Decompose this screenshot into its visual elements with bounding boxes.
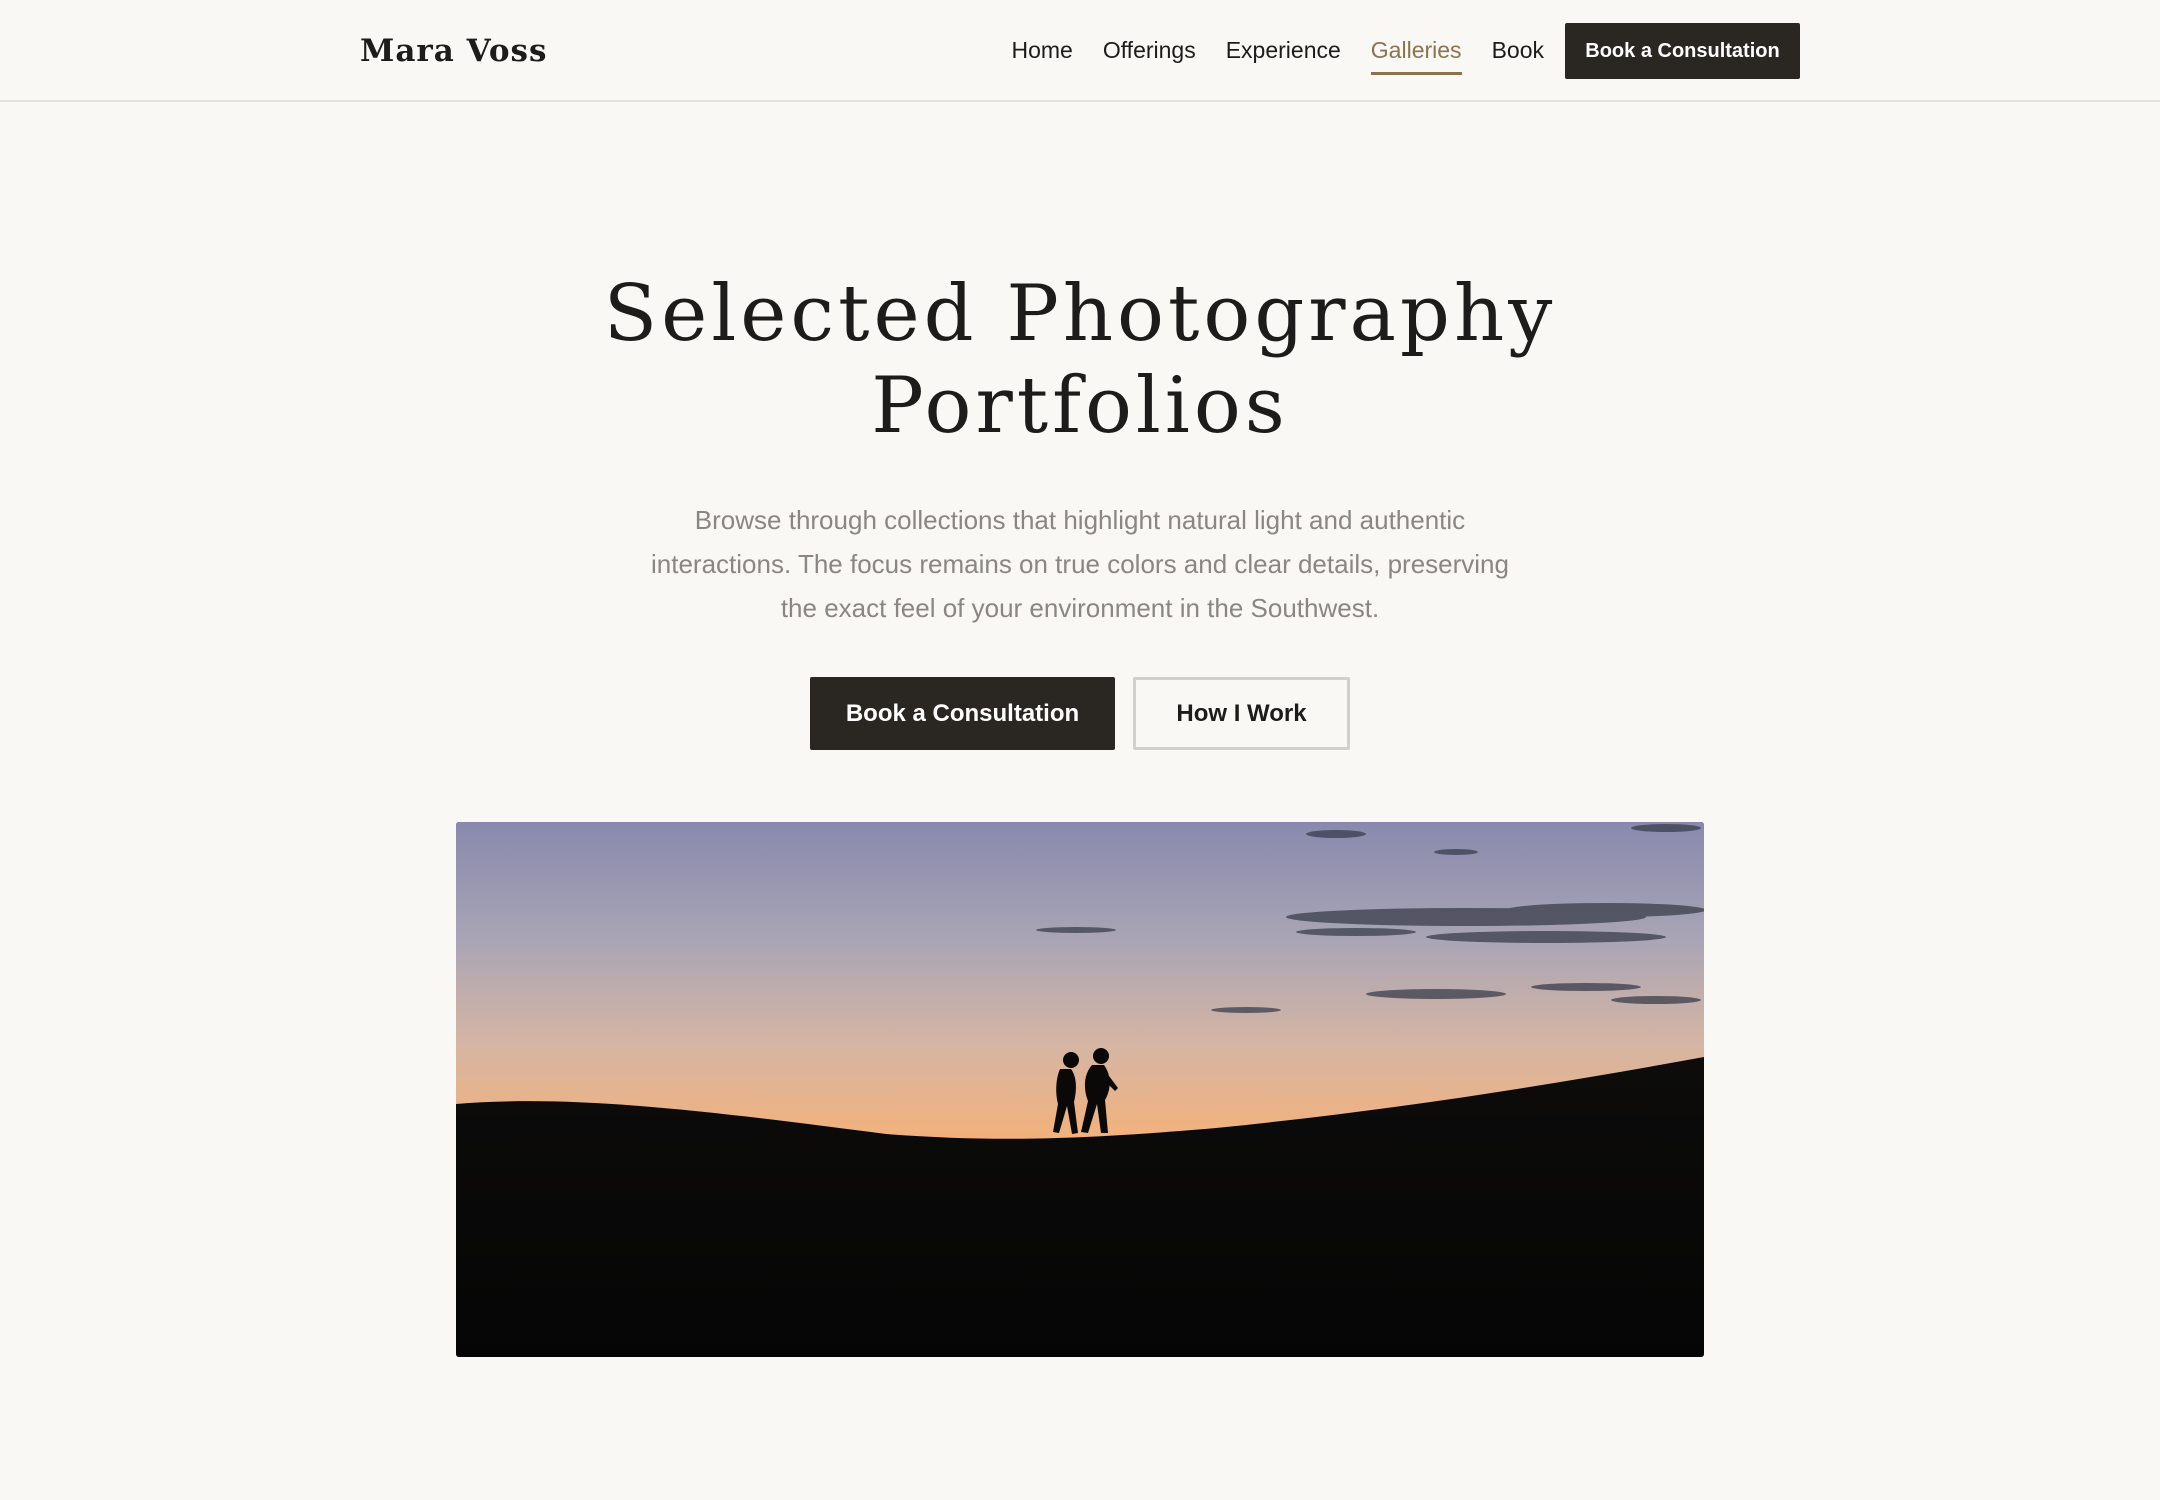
how-i-work-button[interactable]: How I Work: [1133, 677, 1350, 750]
main-nav: Home Offerings Experience Galleries Book: [1011, 0, 1544, 102]
hero-subtitle: Browse through collections that highligh…: [651, 505, 1509, 623]
nav-galleries[interactable]: Galleries: [1370, 27, 1462, 75]
book-consultation-button[interactable]: Book a Consultation: [810, 677, 1115, 750]
nav-home[interactable]: Home: [1011, 27, 1072, 75]
sunset-dune-photo: [456, 822, 1704, 1357]
nav-book[interactable]: Book: [1492, 27, 1544, 75]
nav-experience[interactable]: Experience: [1226, 27, 1341, 75]
page-title-line-2: Portfolios: [871, 361, 1289, 451]
page-title-line-1: Selected Photography: [603, 269, 1557, 359]
hero-photo: [456, 822, 1704, 1357]
page-title: Selected Photography Portfolios: [480, 268, 1680, 452]
brand-logo[interactable]: Mara Voss: [360, 0, 547, 102]
header-book-consultation-button[interactable]: Book a Consultation: [1565, 23, 1800, 79]
nav-offerings[interactable]: Offerings: [1103, 27, 1196, 75]
site-header: Mara Voss Home Offerings Experience Gall…: [0, 0, 2160, 102]
